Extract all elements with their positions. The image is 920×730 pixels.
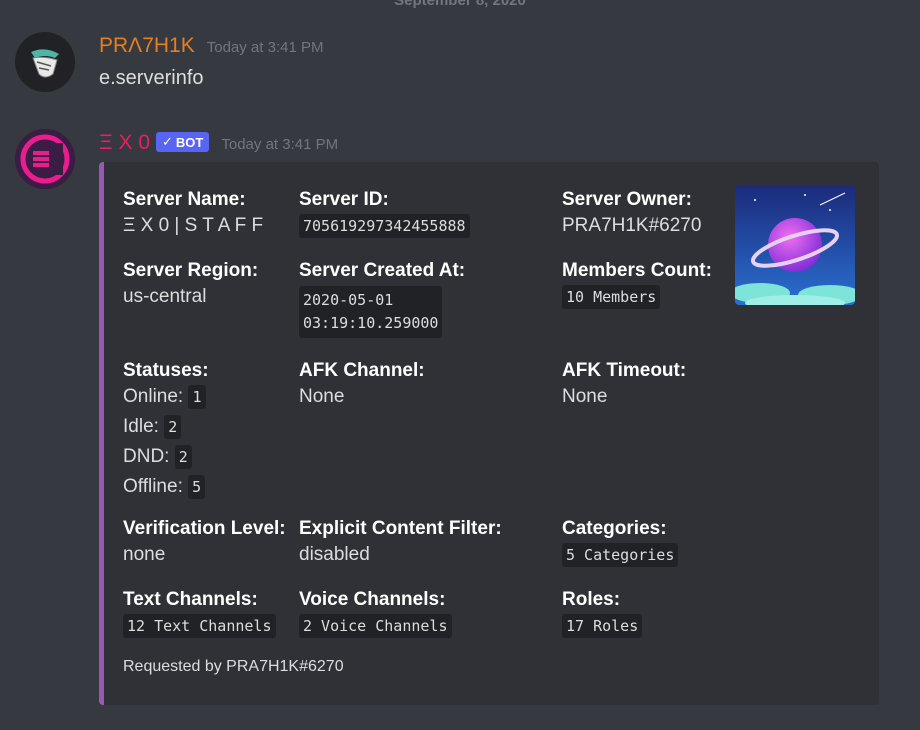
field-value: disabled	[299, 544, 370, 565]
field-value: 2 Voice Channels	[299, 614, 452, 638]
bot-tag: ✓ BOT	[156, 132, 210, 152]
field-name: Members Count:	[562, 260, 712, 281]
field-server-name: Server Name: Ξ X 0 | S T A F F	[123, 189, 263, 240]
field-name: Server Created At:	[299, 260, 466, 281]
field-afk-channel: AFK Channel: None	[299, 360, 425, 411]
status-offline-label: Offline:	[123, 476, 183, 497]
field-value: None	[299, 386, 345, 407]
status-idle-count: 2	[164, 415, 182, 439]
field-name: Explicit Content Filter:	[299, 518, 502, 539]
field-name: AFK Timeout:	[562, 360, 687, 381]
exo-logo-icon	[15, 129, 75, 189]
field-name: Server ID:	[299, 189, 389, 210]
field-server-owner: Server Owner: PRA7H1K#6270	[562, 189, 701, 240]
field-name: Roles:	[562, 589, 621, 610]
field-name: AFK Channel:	[299, 360, 425, 381]
status-idle-label: Idle:	[123, 416, 159, 437]
field-name: Server Region:	[123, 260, 259, 281]
field-value: 2020-05-01 03:19:10.259000	[299, 286, 443, 338]
field-name: Text Channels:	[123, 589, 258, 610]
check-icon: ✓	[162, 134, 173, 149]
username[interactable]: PRΛ7H1K	[99, 34, 195, 58]
embed-footer: Requested by PRA7H1K#6270	[123, 658, 344, 675]
field-statuses: Statuses: Online: 1 Idle: 2 DND: 2 Offli…	[123, 360, 209, 502]
status-offline-count: 5	[188, 475, 206, 499]
server-info-embed: Server Name: Ξ X 0 | S T A F F Server ID…	[99, 162, 879, 705]
field-text-channels: Text Channels: 12 Text Channels	[123, 589, 276, 641]
field-server-created: Server Created At: 2020-05-01 03:19:10.2…	[299, 260, 465, 338]
field-name: Verification Level:	[123, 518, 286, 539]
field-value: us-central	[123, 286, 207, 307]
planet-image-icon	[735, 185, 855, 305]
field-value: 12 Text Channels	[123, 614, 276, 638]
field-name: Voice Channels:	[299, 589, 446, 610]
status-dnd-count: 2	[174, 445, 192, 469]
server-thumbnail[interactable]	[735, 185, 855, 305]
field-value: Ξ X 0 | S T A F F	[123, 215, 264, 236]
field-voice-channels: Voice Channels: 2 Voice Channels	[299, 589, 452, 641]
field-members-count: Members Count: 10 Members	[562, 260, 712, 312]
status-online-label: Online:	[123, 386, 184, 407]
winged-helmet-icon	[31, 49, 59, 78]
status-online-count: 1	[188, 385, 206, 409]
user-avatar[interactable]	[15, 32, 75, 92]
status-dnd-label: DND:	[123, 446, 170, 467]
field-value: PRA7H1K#6270	[562, 215, 702, 236]
field-value: None	[562, 386, 608, 407]
timestamp: Today at 3:41 PM	[206, 39, 324, 56]
field-value: 5 Categories	[562, 543, 679, 567]
bot-username[interactable]: Ξ X 0	[99, 131, 150, 155]
date-divider: September 8, 2020	[394, 0, 526, 9]
field-afk-timeout: AFK Timeout: None	[562, 360, 686, 411]
field-name: Server Owner:	[562, 189, 692, 210]
field-roles: Roles: 17 Roles	[562, 589, 643, 641]
field-value: none	[123, 544, 166, 565]
field-name: Statuses:	[123, 360, 209, 381]
field-name: Server Name:	[123, 189, 246, 210]
field-name: Categories:	[562, 518, 667, 539]
field-value: 17 Roles	[562, 614, 643, 638]
timestamp: Today at 3:41 PM	[221, 136, 339, 153]
field-value: 10 Members	[562, 285, 661, 309]
bot-avatar[interactable]	[15, 129, 75, 189]
field-server-region: Server Region: us-central	[123, 260, 258, 311]
message-content: e.serverinfo	[99, 67, 204, 89]
field-content-filter: Explicit Content Filter: disabled	[299, 518, 502, 569]
field-server-id: Server ID: 705619297342455888	[299, 189, 470, 241]
field-categories: Categories: 5 Categories	[562, 518, 679, 570]
field-verification-level: Verification Level: none	[123, 518, 286, 569]
field-value: 705619297342455888	[299, 214, 470, 238]
